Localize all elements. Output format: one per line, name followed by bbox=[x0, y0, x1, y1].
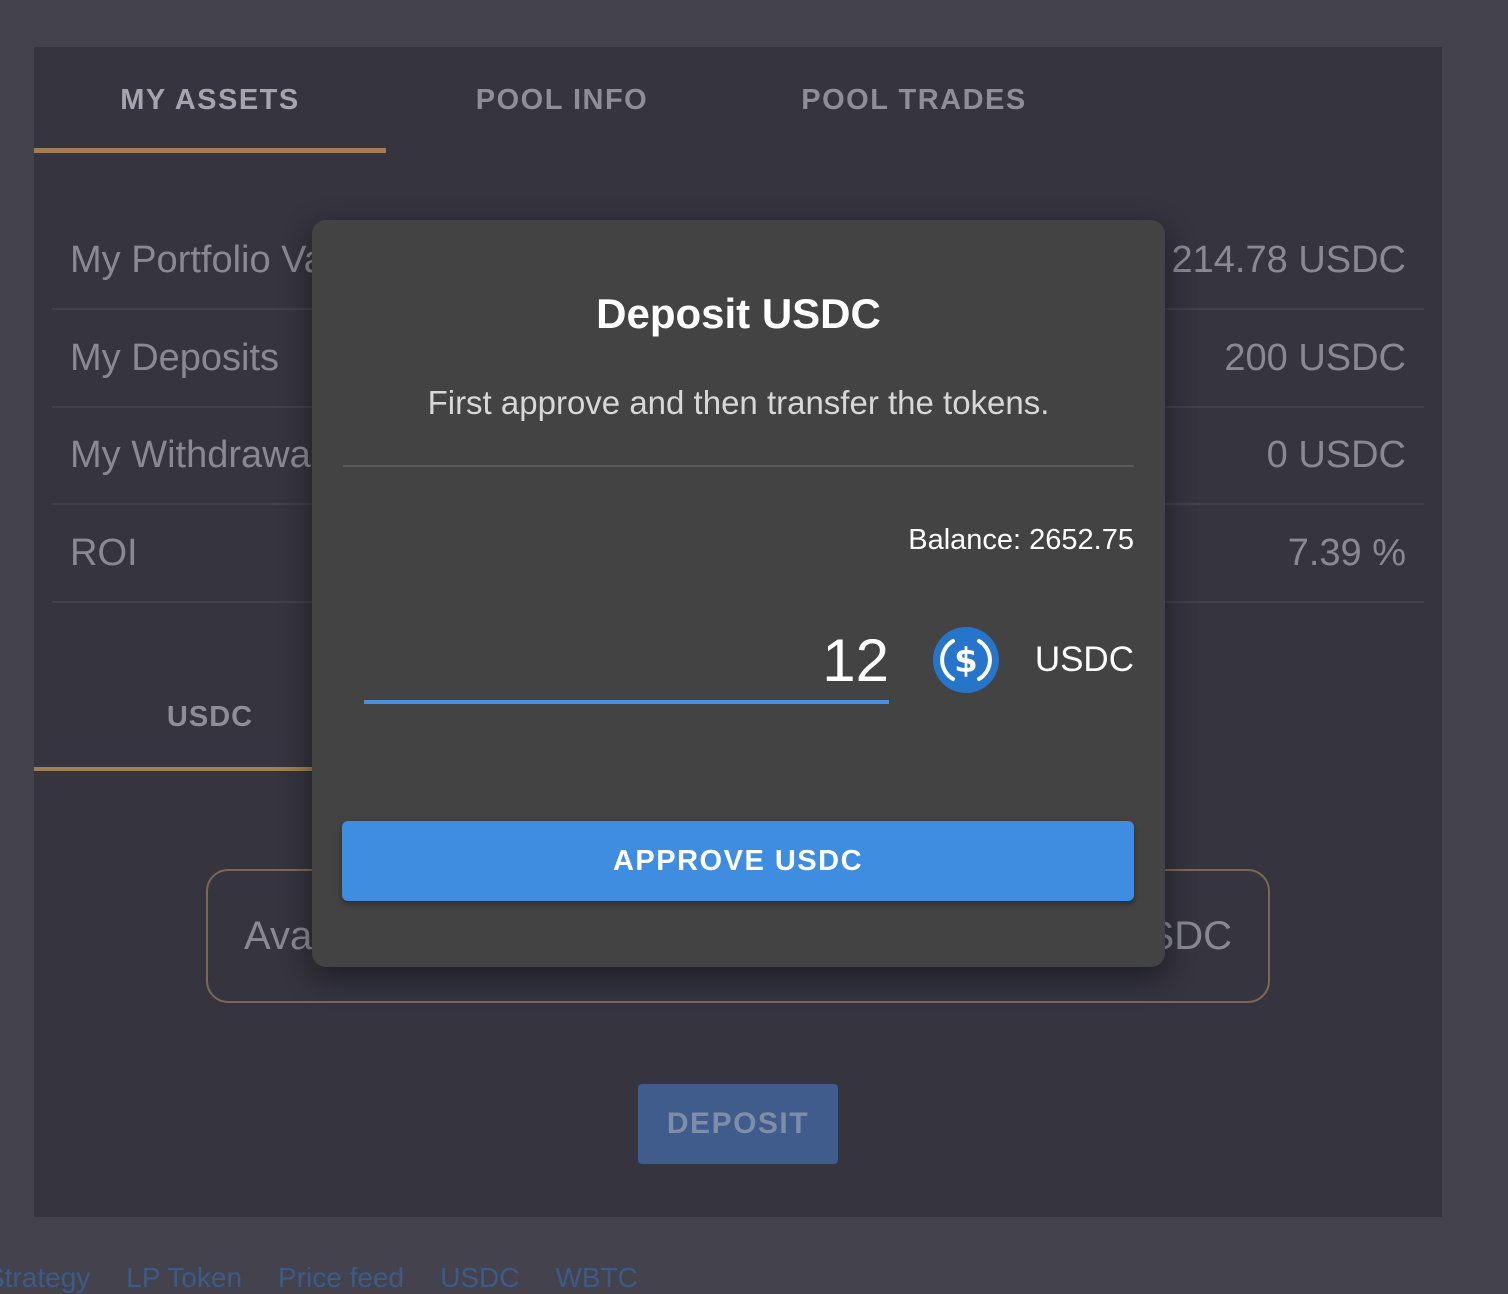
tab-pool-info[interactable]: POOL INFO bbox=[386, 47, 738, 153]
stat-label: ROI bbox=[70, 532, 138, 574]
amount-input[interactable] bbox=[364, 620, 889, 704]
dialog-divider bbox=[343, 465, 1134, 467]
svg-text:$: $ bbox=[954, 641, 978, 681]
stat-value: 214.78 USDC bbox=[1171, 239, 1406, 281]
tab-my-assets[interactable]: MY ASSETS bbox=[34, 47, 386, 153]
footer-link-wbtc[interactable]: WBTC bbox=[555, 1262, 637, 1293]
deposit-button[interactable]: DEPOSIT bbox=[638, 1084, 838, 1164]
deposit-dialog: Deposit USDC First approve and then tran… bbox=[312, 220, 1165, 967]
wallet-balance: Balance: 2652.75 bbox=[908, 524, 1134, 556]
footer-links: Strategy LP Token Price feed USDC WBTC bbox=[0, 1262, 638, 1293]
approve-usdc-button[interactable]: APPROVE USDC bbox=[342, 821, 1134, 901]
footer-link-usdc[interactable]: USDC bbox=[440, 1262, 519, 1293]
tab-bar: MY ASSETS POOL INFO POOL TRADES bbox=[34, 47, 1094, 153]
dialog-title: Deposit USDC bbox=[596, 290, 881, 337]
stat-value: 200 USDC bbox=[1224, 337, 1406, 379]
footer-link-lp-token[interactable]: LP Token bbox=[126, 1262, 242, 1293]
stat-value: 7.39 % bbox=[1287, 532, 1406, 574]
dialog-subtitle: First approve and then transfer the toke… bbox=[427, 384, 1050, 421]
active-tab-indicator bbox=[34, 148, 386, 153]
stat-label: My Withdrawals bbox=[70, 434, 339, 476]
footer-link-price-feed[interactable]: Price feed bbox=[278, 1262, 404, 1293]
footer-link-strategy[interactable]: Strategy bbox=[0, 1262, 90, 1293]
stat-label: My Deposits bbox=[70, 337, 280, 379]
usdc-coin-icon: $ bbox=[933, 627, 999, 693]
stat-value: 0 USDC bbox=[1266, 434, 1406, 476]
currency-label: USDC bbox=[1034, 640, 1134, 679]
tab-pool-trades[interactable]: POOL TRADES bbox=[738, 47, 1090, 153]
